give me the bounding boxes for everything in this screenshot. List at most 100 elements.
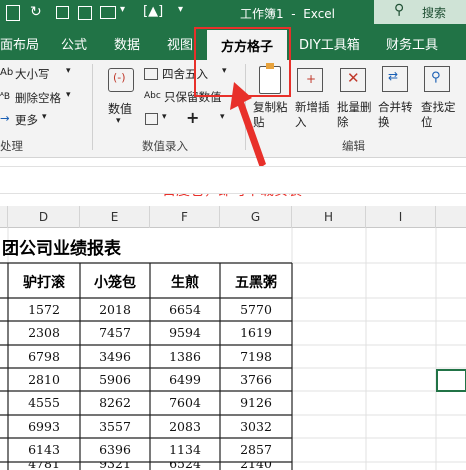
- sheet-grid[interactable]: 团公司业绩报表 驴打滚 小笼包 生煎 五黑粥 1572 2018 6654 57…: [0, 228, 466, 470]
- data-cell[interactable]: 5906: [80, 372, 150, 387]
- data-cell[interactable]: 1134: [150, 442, 220, 457]
- data-cell[interactable]: 4555: [8, 395, 80, 410]
- column-header-d[interactable]: D: [8, 206, 80, 228]
- data-cell[interactable]: 7198: [220, 349, 292, 364]
- delete-space-button[interactable]: 删除空格: [15, 90, 61, 106]
- group-separator: [92, 64, 93, 150]
- data-cell[interactable]: 9594: [150, 325, 220, 340]
- case-dropdown-icon[interactable]: ▾: [66, 66, 71, 76]
- data-cell[interactable]: 3766: [220, 372, 292, 387]
- search-icon: ⚲: [394, 2, 405, 18]
- group-label-process: 处理: [0, 139, 23, 153]
- merge-icon-arrows: ⇄: [388, 69, 399, 83]
- data-cell[interactable]: 1619: [220, 325, 292, 340]
- data-cell[interactable]: 2857: [220, 442, 292, 457]
- delete-space-dropdown-icon[interactable]: ▾: [66, 90, 71, 100]
- selected-cell-outline: [436, 369, 466, 392]
- save-icon[interactable]: [78, 6, 92, 20]
- data-cell[interactable]: 6993: [8, 419, 80, 434]
- data-cell[interactable]: 6143: [8, 442, 80, 457]
- file-icon[interactable]: [6, 5, 20, 21]
- data-cell[interactable]: 6798: [8, 349, 80, 364]
- data-cell[interactable]: 2083: [150, 419, 220, 434]
- data-cell[interactable]: 3557: [80, 419, 150, 434]
- table-borders: [0, 262, 293, 470]
- merge-icon: ⇄: [382, 66, 408, 92]
- column-header-f[interactable]: F: [150, 206, 220, 228]
- refresh-icon[interactable]: ↻: [30, 4, 42, 20]
- data-cell[interactable]: 6654: [150, 302, 220, 317]
- tab-data[interactable]: 数据: [114, 34, 140, 53]
- data-cell[interactable]: 2140: [220, 462, 292, 470]
- tab-view[interactable]: 视图: [167, 34, 193, 53]
- column-header-h[interactable]: H: [292, 206, 366, 228]
- insert-icon: +: [297, 68, 323, 92]
- column-header-g[interactable]: G: [220, 206, 292, 228]
- add-insert-button[interactable]: 新增插入: [295, 100, 335, 130]
- header-cell[interactable]: 生煎: [150, 272, 220, 292]
- column-header-row: D E F G H I: [0, 206, 466, 228]
- dropdown-chevron-icon[interactable]: ▾: [120, 4, 125, 15]
- data-cell[interactable]: 7457: [80, 325, 150, 340]
- window-title: 工作簿1 - Excel: [240, 7, 336, 21]
- numeric-dropdown-icon[interactable]: ▾: [116, 116, 121, 126]
- data-cell[interactable]: 9126: [220, 395, 292, 410]
- find-icon: ⚲: [424, 66, 450, 92]
- annotation-arrow: [230, 82, 266, 168]
- report-title: 团公司业绩报表: [2, 239, 121, 259]
- search-box[interactable]: ⚲ 搜索: [374, 0, 466, 24]
- search-label: 搜索: [422, 6, 447, 20]
- numeric-icon: (-): [108, 68, 134, 92]
- column-header-e[interactable]: E: [80, 206, 150, 228]
- fill-dropdown-icon[interactable]: ▾: [162, 112, 167, 122]
- header-cell[interactable]: 小笼包: [80, 272, 150, 292]
- data-cell[interactable]: 5770: [220, 302, 292, 317]
- delete-icon-x: ✕: [347, 69, 360, 87]
- screenshot-icon[interactable]: [▲]: [143, 4, 163, 19]
- data-cell[interactable]: 6524: [150, 462, 220, 470]
- image-icon[interactable]: [100, 6, 116, 19]
- delete-icon: ✕: [340, 68, 366, 92]
- data-cell[interactable]: 3032: [220, 419, 292, 434]
- formula-bar[interactable]: [0, 166, 466, 194]
- customize-qat-icon[interactable]: ▾: [178, 4, 183, 15]
- data-cell[interactable]: 2308: [8, 325, 80, 340]
- more-dropdown-icon[interactable]: ▾: [42, 112, 47, 122]
- column-header-i[interactable]: I: [366, 206, 436, 228]
- data-cell[interactable]: 9321: [80, 462, 150, 470]
- sheet-grid-lower[interactable]: 4781 9321 6524 2140: [0, 462, 466, 470]
- data-cell[interactable]: 1386: [150, 349, 220, 364]
- title-bar: ↻ ▾ [▲] ▾ 工作簿1 - Excel ⚲ 搜索: [0, 0, 466, 26]
- data-cell[interactable]: 1572: [8, 302, 80, 317]
- tab-formulas[interactable]: 公式: [61, 34, 87, 53]
- data-cell[interactable]: 7604: [150, 395, 220, 410]
- batch-delete-button[interactable]: 批量删除: [337, 100, 377, 130]
- find-locate-button[interactable]: 查找定位: [421, 100, 461, 130]
- data-cell[interactable]: 6499: [150, 372, 220, 387]
- data-cell[interactable]: 4781: [8, 462, 80, 470]
- fill-icon[interactable]: [145, 113, 158, 125]
- data-cell[interactable]: 2018: [80, 302, 150, 317]
- numeric-button[interactable]: 数值: [108, 100, 132, 117]
- data-cell[interactable]: 6396: [80, 442, 150, 457]
- header-cell[interactable]: 五黑粥: [220, 272, 292, 292]
- header-cell[interactable]: 驴打滚: [8, 272, 80, 292]
- case-button[interactable]: 大小写: [15, 66, 50, 82]
- more-button[interactable]: 更多: [15, 112, 38, 128]
- merge-convert-button[interactable]: 合并转换: [378, 100, 418, 130]
- data-cell[interactable]: 2810: [8, 372, 80, 387]
- tab-diy-toolbox[interactable]: DIY工具箱: [299, 34, 360, 53]
- tab-finance-tools[interactable]: 财务工具: [386, 34, 438, 53]
- column-header-prev[interactable]: [0, 206, 8, 228]
- case-icon: Ab: [0, 67, 14, 78]
- data-cell[interactable]: 8262: [80, 395, 150, 410]
- checkbox-icon[interactable]: [56, 6, 69, 19]
- keep-value-icon: Abc: [144, 91, 161, 101]
- tab-page-layout[interactable]: 面布局: [0, 34, 39, 53]
- column-header-next[interactable]: [436, 206, 466, 228]
- annotation-arrow-shape: [230, 82, 266, 168]
- data-cell[interactable]: 3496: [80, 349, 150, 364]
- group-label-edit: 编辑: [342, 139, 365, 153]
- numeric-icon-mark: (-): [113, 71, 126, 84]
- plus-icon[interactable]: +: [186, 108, 199, 127]
